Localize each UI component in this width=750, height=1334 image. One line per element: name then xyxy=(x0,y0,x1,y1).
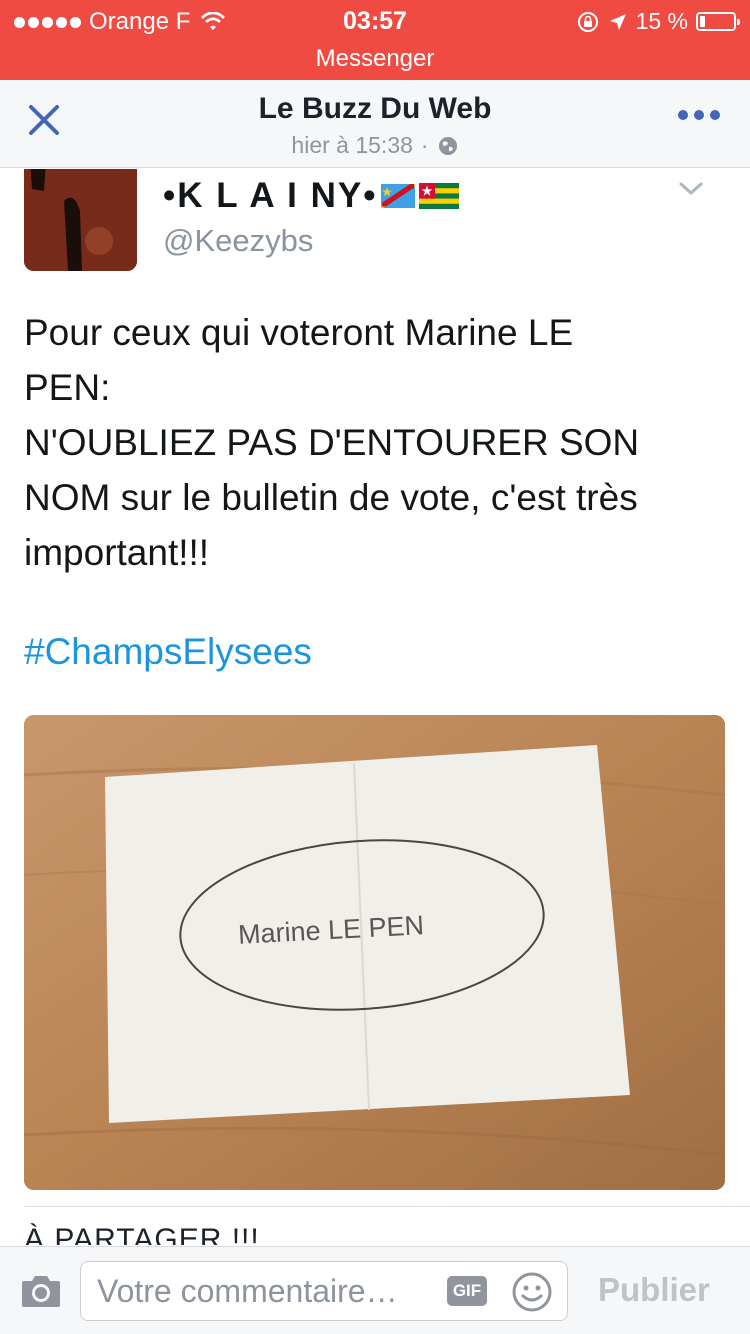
location-icon xyxy=(609,13,626,30)
hashtag-link[interactable]: #ChampsElysees xyxy=(24,631,312,673)
tweet-author[interactable]: •K L A I NY• xyxy=(163,176,460,216)
post-timestamp[interactable]: hier à 15:38 xyxy=(291,132,412,159)
chevron-down-icon[interactable] xyxy=(678,181,704,197)
back-to-app-bar[interactable]: Messenger xyxy=(0,40,750,80)
author-name: •K L A I NY• xyxy=(163,176,378,215)
emoji-icon[interactable] xyxy=(511,1271,553,1313)
tweet-text: Pour ceux qui voteront Marine LE PEN: N'… xyxy=(24,312,640,573)
status-bar: Orange F 03:57 15 % xyxy=(0,0,750,40)
ballot-first-name: Marine xyxy=(237,915,322,950)
comment-bar: GIF Publier xyxy=(0,1246,750,1334)
comment-field[interactable]: GIF xyxy=(80,1261,568,1321)
post-content: •K L A I NY• @Keezybs Pour ceux qui vote… xyxy=(0,169,750,1245)
ballot-photo xyxy=(24,715,725,1190)
battery-level xyxy=(700,16,705,27)
post-header: Le Buzz Du Web hier à 15:38 · xyxy=(0,80,750,168)
gif-button[interactable]: GIF xyxy=(447,1276,487,1306)
ballot-last-name: LE PEN xyxy=(327,910,425,946)
divider xyxy=(24,1206,750,1207)
page-title[interactable]: Le Buzz Du Web xyxy=(0,92,750,126)
rotation-lock-icon xyxy=(577,11,598,32)
post-text-cut: À PARTAGER !!! xyxy=(24,1223,260,1245)
globe-icon xyxy=(438,136,457,155)
battery-percent: 15 % xyxy=(635,8,688,34)
post-meta: hier à 15:38 · xyxy=(0,132,750,159)
battery-icon xyxy=(696,12,740,31)
drc-flag-icon xyxy=(381,184,416,208)
togo-flag-icon xyxy=(419,183,460,209)
status-right: 15 % xyxy=(576,8,740,35)
avatar[interactable] xyxy=(24,169,137,271)
tweet-handle[interactable]: @Keezybs xyxy=(163,223,313,259)
publish-button[interactable]: Publier xyxy=(598,1271,710,1309)
camera-icon[interactable] xyxy=(20,1273,62,1309)
tweet-photo[interactable]: Marine LE PEN xyxy=(24,715,725,1190)
more-icon[interactable] xyxy=(678,110,720,120)
comment-input[interactable] xyxy=(97,1270,437,1312)
meta-separator: · xyxy=(420,132,429,158)
